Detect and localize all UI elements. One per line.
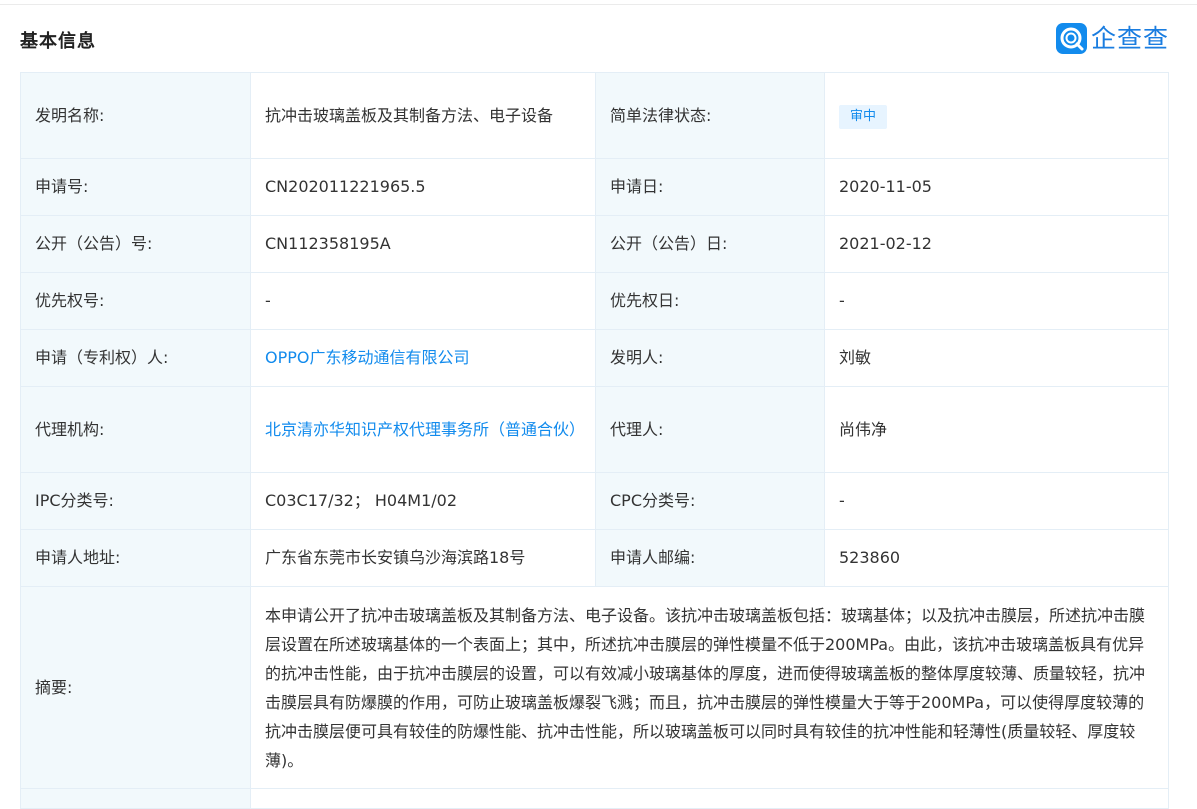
agency-link[interactable]: 北京清亦华知识产权代理事务所（普通合伙） xyxy=(265,420,585,439)
table-row: 优先权号: - 优先权日: - xyxy=(20,272,1169,330)
applicant-address-label: 申请人地址: xyxy=(20,529,251,587)
inventor-label: 发明人: xyxy=(595,329,825,387)
abstract-text: 本申请公开了抗冲击玻璃盖板及其制备方法、电子设备。该抗冲击玻璃盖板包括：玻璃基体… xyxy=(250,586,1169,789)
application-number-label: 申请号: xyxy=(20,158,251,216)
table-row: 申请（专利权）人: OPPO广东移动通信有限公司 发明人: 刘敏 xyxy=(20,329,1169,387)
brand-name: 企查查 xyxy=(1090,24,1169,53)
brand-logo-group[interactable]: 企查查 xyxy=(1055,22,1169,55)
applicant-link[interactable]: OPPO广东移动通信有限公司 xyxy=(265,348,470,367)
legal-status-cell: 审中 xyxy=(824,72,1169,159)
cpc-value: - xyxy=(824,472,1169,530)
applicant-postcode-value: 523860 xyxy=(824,529,1169,587)
application-date-label: 申请日: xyxy=(595,158,825,216)
publication-number-value: CN112358195A xyxy=(250,215,596,273)
cpc-label: CPC分类号: xyxy=(595,472,825,530)
table-row: 申请号: CN202011221965.5 申请日: 2020-11-05 xyxy=(20,158,1169,216)
publication-date-label: 公开（公告）日: xyxy=(595,215,825,273)
table-row: 发明名称: 抗冲击玻璃盖板及其制备方法、电子设备 简单法律状态: 审中 xyxy=(20,72,1169,159)
priority-number-value: - xyxy=(250,272,596,330)
legal-status-label: 简单法律状态: xyxy=(595,72,825,159)
table-row: 申请人地址: 广东省东莞市长安镇乌沙海滨路18号 申请人邮编: 523860 xyxy=(20,529,1169,587)
table-row xyxy=(20,788,1169,809)
agent-value: 尚伟净 xyxy=(824,386,1169,473)
invention-name-value: 抗冲击玻璃盖板及其制备方法、电子设备 xyxy=(250,72,596,159)
application-number-value: CN202011221965.5 xyxy=(250,158,596,216)
table-row: 代理机构: 北京清亦华知识产权代理事务所（普通合伙） 代理人: 尚伟净 xyxy=(20,386,1169,473)
application-date-value: 2020-11-05 xyxy=(824,158,1169,216)
priority-date-label: 优先权日: xyxy=(595,272,825,330)
table-row: IPC分类号: C03C17/32； H04M1/02 CPC分类号: - xyxy=(20,472,1169,530)
basic-info-table: 发明名称: 抗冲击玻璃盖板及其制备方法、电子设备 简单法律状态: 审中 申请号:… xyxy=(20,72,1169,809)
publication-number-label: 公开（公告）号: xyxy=(20,215,251,273)
agency-cell: 北京清亦华知识产权代理事务所（普通合伙） xyxy=(250,386,596,473)
table-cell xyxy=(250,788,1169,809)
section-title: 基本信息 xyxy=(20,31,96,52)
inventor-value: 刘敏 xyxy=(824,329,1169,387)
ipc-label: IPC分类号: xyxy=(20,472,251,530)
invention-name-label: 发明名称: xyxy=(20,72,251,159)
abstract-label: 摘要: xyxy=(20,586,251,789)
table-cell xyxy=(20,788,251,809)
applicant-postcode-label: 申请人邮编: xyxy=(595,529,825,587)
agency-label: 代理机构: xyxy=(20,386,251,473)
table-row: 公开（公告）号: CN112358195A 公开（公告）日: 2021-02-1… xyxy=(20,215,1169,273)
applicant-label: 申请（专利权）人: xyxy=(20,329,251,387)
qcc-logo-icon xyxy=(1055,23,1087,54)
ipc-value: C03C17/32； H04M1/02 xyxy=(250,472,596,530)
section-header: 基本信息 企查查 xyxy=(0,5,1197,71)
table-row: 摘要: 本申请公开了抗冲击玻璃盖板及其制备方法、电子设备。该抗冲击玻璃盖板包括：… xyxy=(20,586,1169,789)
applicant-cell: OPPO广东移动通信有限公司 xyxy=(250,329,596,387)
publication-date-value: 2021-02-12 xyxy=(824,215,1169,273)
applicant-address-value: 广东省东莞市长安镇乌沙海滨路18号 xyxy=(250,529,596,587)
priority-number-label: 优先权号: xyxy=(20,272,251,330)
legal-status-badge: 审中 xyxy=(839,105,888,129)
agent-label: 代理人: xyxy=(595,386,825,473)
priority-date-value: - xyxy=(824,272,1169,330)
